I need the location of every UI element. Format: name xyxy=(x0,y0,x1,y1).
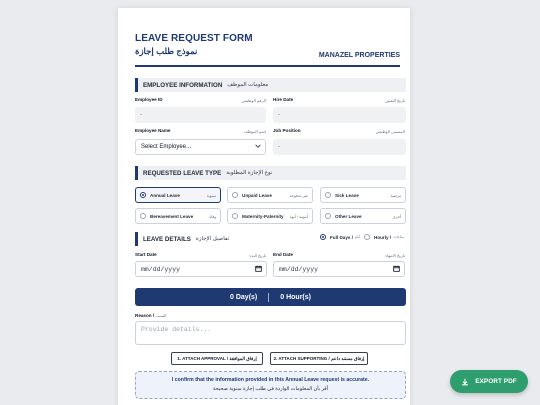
employee-name-label-arabic: اسم الموظف xyxy=(243,129,266,134)
leave-request-form: LEAVE REQUEST FORM نموذج طلب إجازة MANAZ… xyxy=(118,8,410,405)
end-date-input[interactable]: mm/dd/yyyy xyxy=(273,261,405,277)
leave-option-label-arabic: غير مدفوعة xyxy=(289,194,308,198)
confirmation-text-arabic: أقر بأن المعلومات الواردة في طلب إجازة س… xyxy=(212,386,329,392)
confirmation-box: I confirm that the information provided … xyxy=(135,371,406,399)
start-date-placeholder: mm/dd/yyyy xyxy=(141,265,181,273)
employee-id-label-arabic: الرقم الوظيفي xyxy=(241,98,266,103)
hourly-label-arabic: ساعات xyxy=(393,235,404,239)
section-title-arabic: معلومات الموظف xyxy=(227,82,269,88)
job-position-label-arabic: المسمى الوظيفي xyxy=(375,129,405,134)
hire-date-label-arabic: تاريخ التعيين xyxy=(385,98,405,103)
job-position-field: - xyxy=(273,139,406,155)
calendar-icon[interactable] xyxy=(255,265,262,272)
leave-option-sick[interactable]: Sick Leave مرضية xyxy=(320,187,406,203)
leave-duration-summary: 0 Day(s) 0 Hour(s) xyxy=(135,288,406,306)
section-requested-leave-type: REQUESTED LEAVE TYPE نوع الإجازة المطلوب… xyxy=(135,166,406,180)
start-date-label-arabic: تاريخ البدء xyxy=(249,253,266,258)
reason-label: Reason / السبب xyxy=(135,313,166,318)
leave-option-bereavement[interactable]: Bereavement Leave وفاة xyxy=(135,208,221,224)
radio-icon xyxy=(232,192,238,198)
leave-option-unpaid[interactable]: Unpaid Leave غير مدفوعة xyxy=(227,187,313,203)
summary-divider xyxy=(268,292,270,302)
hire-date-label: Hire Date xyxy=(273,97,294,102)
radio-icon xyxy=(232,213,238,219)
employee-select[interactable]: Select Employee... xyxy=(135,139,266,155)
radio-icon xyxy=(140,213,146,219)
section-employee-information: EMPLOYEE INFORMATION معلومات الموظف xyxy=(135,78,406,92)
leave-option-label: Maternity-Paternity xyxy=(242,213,284,219)
radio-selected-icon xyxy=(140,192,146,198)
leave-option-label-arabic: أمومة / أبوة xyxy=(289,215,308,219)
hourly-label: Hourly / xyxy=(374,234,392,240)
section-title-arabic: نوع الإجازة المطلوبة xyxy=(226,170,273,176)
section-title: EMPLOYEE INFORMATION xyxy=(143,81,223,89)
leave-option-label: Bereavement Leave xyxy=(150,213,194,219)
form-title: LEAVE REQUEST FORM xyxy=(135,33,253,44)
end-date-placeholder: mm/dd/yyyy xyxy=(279,265,319,273)
form-header: LEAVE REQUEST FORM نموذج طلب إجازة MANAZ… xyxy=(135,8,400,67)
confirmation-text: I confirm that the information provided … xyxy=(171,377,370,383)
employee-id-label: Employee ID xyxy=(135,97,163,102)
section-title-arabic: تفاصيل الإجازة xyxy=(195,236,230,242)
leave-option-label: Other Leave xyxy=(335,213,362,219)
total-days: 0 Day(s) xyxy=(230,293,258,301)
full-days-label-arabic: أيام xyxy=(354,235,361,239)
leave-option-maternity-paternity[interactable]: Maternity-Paternity أمومة / أبوة xyxy=(227,208,313,224)
export-pdf-button[interactable]: EXPORT PDF xyxy=(450,370,528,393)
duration-hourly[interactable]: Hourly / ساعات xyxy=(364,234,404,240)
leave-option-label: Sick Leave xyxy=(335,192,359,198)
end-date-label-arabic: تاريخ الانتهاء xyxy=(385,253,405,258)
radio-icon xyxy=(325,192,331,198)
leave-option-label: Annual Leave xyxy=(150,192,180,198)
start-date-input[interactable]: mm/dd/yyyy xyxy=(135,261,267,277)
chevron-down-icon xyxy=(255,143,261,151)
total-hours: 0 Hour(s) xyxy=(280,293,311,301)
section-title: REQUESTED LEAVE TYPE xyxy=(143,169,222,177)
reason-label-text: Reason / xyxy=(135,313,155,318)
calendar-icon[interactable] xyxy=(393,265,400,272)
leave-option-label-arabic: مرضية xyxy=(390,194,401,198)
employee-name-label: Employee Name xyxy=(135,128,171,133)
end-date-label: End Date xyxy=(273,252,293,257)
full-days-label: Full Days / xyxy=(330,234,353,240)
radio-icon xyxy=(325,213,331,219)
hire-date-field: - xyxy=(273,107,406,123)
start-date-label: Start Date xyxy=(135,252,157,257)
download-icon xyxy=(462,378,469,385)
radio-icon xyxy=(364,234,370,240)
section-leave-details: LEAVE DETAILS تفاصيل الإجازة xyxy=(135,232,315,246)
employee-select-value: Select Employee... xyxy=(141,144,192,150)
attach-supporting-button[interactable]: 2. ATTACH SUPPORTING / إرفاق مستند داعم xyxy=(270,352,368,365)
section-title: LEAVE DETAILS xyxy=(143,235,191,243)
leave-option-label: Unpaid Leave xyxy=(242,192,272,198)
leave-option-annual[interactable]: Annual Leave سنوية xyxy=(135,187,221,203)
job-position-label: Job Position xyxy=(273,128,301,133)
attach-approval-button[interactable]: 1. ATTACH APPROVAL / إرفاق الموافقة xyxy=(171,352,263,365)
company-name: MANAZEL PROPERTIES xyxy=(318,52,400,59)
employee-id-field: - xyxy=(135,107,266,123)
export-pdf-label: EXPORT PDF xyxy=(475,378,517,385)
leave-option-label-arabic: سنوية xyxy=(206,194,216,198)
leave-option-label-arabic: وفاة xyxy=(209,215,216,219)
reason-textarea[interactable]: Provide details... xyxy=(135,321,406,345)
radio-selected-icon xyxy=(320,234,326,240)
leave-option-label-arabic: أخرى xyxy=(392,215,401,219)
duration-full-days[interactable]: Full Days / أيام xyxy=(320,234,360,240)
form-title-arabic: نموذج طلب إجازة xyxy=(135,46,198,56)
leave-option-other[interactable]: Other Leave أخرى xyxy=(320,208,406,224)
reason-label-arabic: السبب xyxy=(155,313,167,318)
